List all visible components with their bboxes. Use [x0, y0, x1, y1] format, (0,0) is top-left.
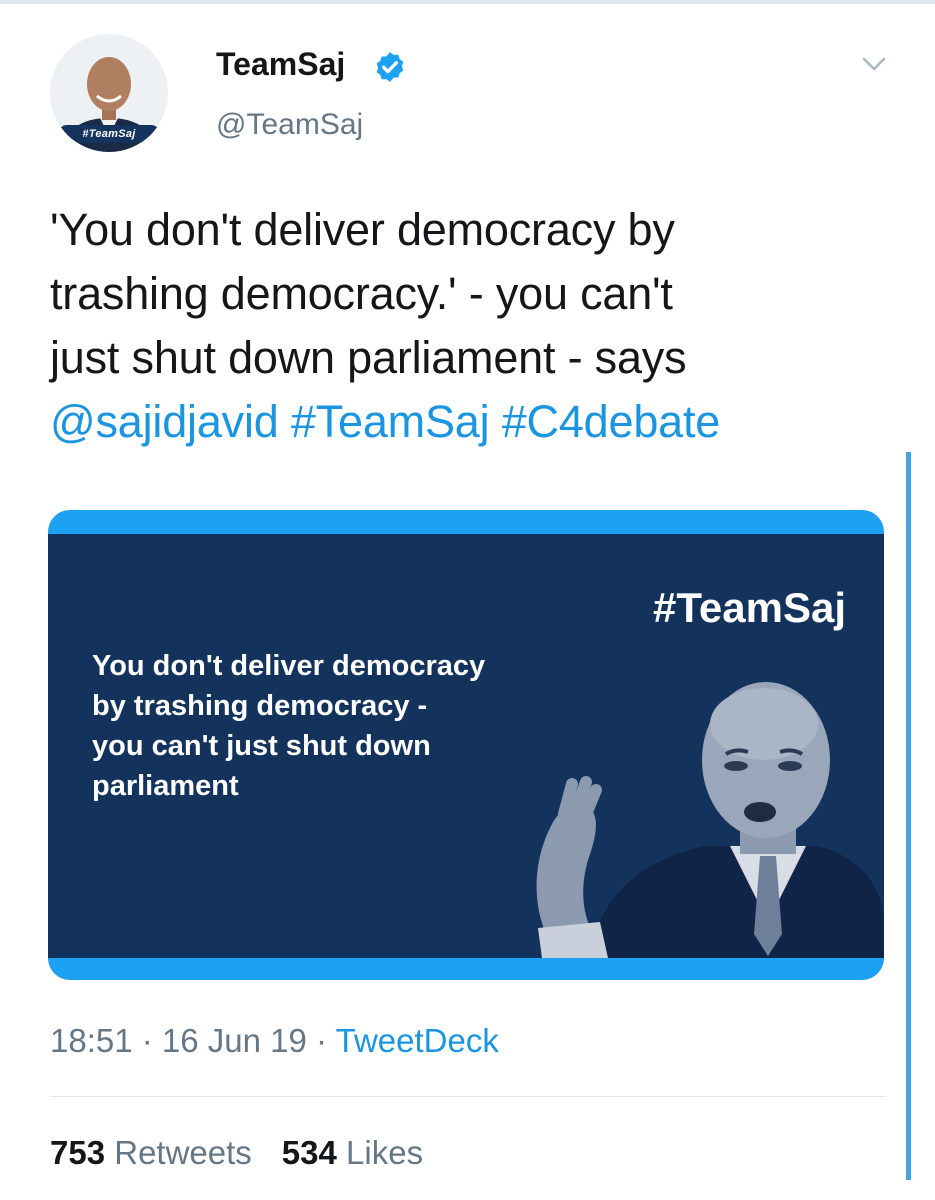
source-link[interactable]: TweetDeck	[336, 1022, 499, 1059]
hashtag-link[interactable]: #C4debate	[502, 396, 721, 447]
tweet-text: 'You don't deliver democracy by trashing…	[50, 198, 890, 454]
tweet-text-line: just shut down parliament - says	[50, 332, 687, 383]
media-card[interactable]: #TeamSaj You don't deliver democracy by …	[48, 510, 884, 980]
tweet-text-line: 'You don't deliver democracy by	[50, 204, 675, 255]
media-image[interactable]: #TeamSaj You don't deliver democracy by …	[48, 534, 884, 958]
mention-link[interactable]: @sajidjavid	[50, 396, 279, 447]
top-divider	[0, 0, 935, 4]
display-name[interactable]: TeamSaj	[216, 46, 345, 83]
speaker-portrait	[536, 682, 884, 958]
tweet-links-line: @sajidjavid #TeamSaj #C4debate	[50, 390, 890, 454]
hashtag-link[interactable]: #TeamSaj	[291, 396, 490, 447]
avatar-hashtag-badge: #TeamSaj	[58, 125, 160, 143]
meta-separator: ·	[132, 1022, 162, 1059]
tweet-time[interactable]: 18:51	[50, 1022, 133, 1059]
graphic-hashtag: #TeamSaj	[653, 584, 846, 631]
retweets-stat[interactable]: 753 Retweets	[50, 1134, 252, 1171]
verified-badge-icon	[376, 52, 404, 82]
tweet-date[interactable]: 16 Jun 19	[162, 1022, 307, 1059]
avatar[interactable]: #TeamSaj	[50, 34, 168, 152]
thread-rule	[906, 452, 911, 1180]
likes-label: Likes	[346, 1134, 424, 1171]
engagement-stats: 753 Retweets 534 Likes	[50, 1134, 423, 1172]
retweets-count: 753	[50, 1134, 106, 1171]
chevron-down-icon[interactable]	[858, 52, 890, 76]
likes-stat[interactable]: 534 Likes	[282, 1134, 423, 1171]
account-handle[interactable]: @TeamSaj	[216, 108, 363, 142]
retweets-label: Retweets	[114, 1134, 252, 1171]
meta-separator: ·	[306, 1022, 336, 1059]
tweet-meta: 18:51 · 16 Jun 19 · TweetDeck	[50, 1022, 499, 1060]
likes-count: 534	[281, 1134, 337, 1171]
tweet-text-line: trashing democracy.' - you can't	[50, 268, 673, 319]
stats-divider	[50, 1096, 886, 1097]
